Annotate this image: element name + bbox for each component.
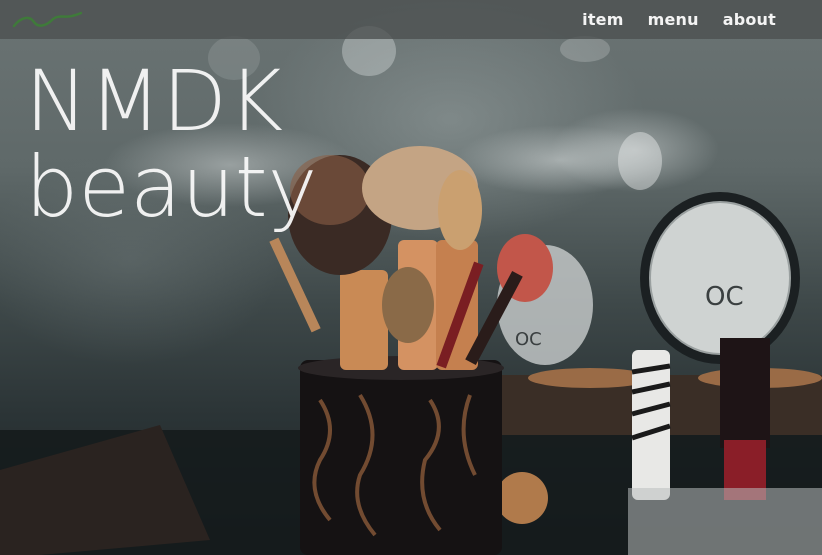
hero-title-line1: NMDK [25,52,285,150]
nav-link-item[interactable]: item [582,10,623,29]
svg-text:OC: OC [705,282,744,312]
nav-link-menu[interactable]: menu [648,10,699,29]
svg-text:OC: OC [515,329,542,350]
hero-title-line2: beauty [25,138,318,236]
main-nav: item menu about [582,0,776,39]
brand-logo-icon[interactable] [12,8,82,32]
top-navbar: item menu about [0,0,822,39]
nav-link-about[interactable]: about [723,10,776,29]
hero-title: NMDK beauty [25,58,317,230]
